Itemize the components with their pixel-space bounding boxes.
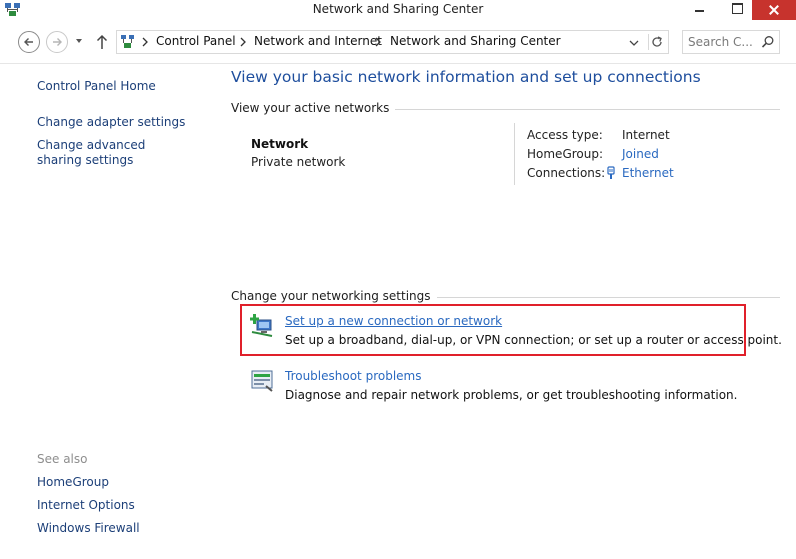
maximize-button[interactable] [724,0,750,20]
new-connection-icon [250,314,273,337]
task-troubleshoot: Troubleshoot problems Diagnose and repai… [250,369,780,413]
ethernet-icon[interactable] [605,166,617,180]
homegroup-label: HomeGroup: [527,147,604,161]
change-adapter-settings-link[interactable]: Change adapter settings [37,115,207,130]
task-new-connection: Set up a new connection or network Set u… [250,314,782,358]
active-networks-heading: View your active networks [231,101,396,115]
arrow-left-icon [24,38,33,46]
network-type: Private network [251,155,346,169]
homegroup-joined-link[interactable]: Joined [622,147,659,161]
breadcrumb-network-and-sharing-center[interactable]: Network and Sharing Center [390,34,561,48]
chevron-down-icon[interactable] [628,37,640,49]
chevron-right-icon[interactable] [374,36,382,48]
access-type-label: Access type: [527,128,603,142]
internet-options-link[interactable]: Internet Options [37,498,207,513]
left-navigation-pane: Control Panel Home Change adapter settin… [0,65,220,559]
navigation-bar: Control Panel Network and Internet Netwo… [0,22,796,64]
search-input[interactable] [688,34,758,50]
set-up-new-connection-link[interactable]: Set up a new connection or network [285,314,502,328]
refresh-icon [652,36,662,47]
back-button[interactable] [18,31,40,53]
chevron-right-icon[interactable] [141,36,149,48]
refresh-button[interactable] [648,34,664,50]
search-box[interactable] [682,30,780,54]
recent-locations-dropdown-icon[interactable] [74,36,84,46]
forward-button[interactable] [46,31,68,53]
arrow-right-icon [53,38,62,46]
networking-settings-divider [410,297,780,298]
control-panel-home-link[interactable]: Control Panel Home [37,79,207,94]
window-title: Network and Sharing Center [312,2,484,16]
troubleshoot-problems-description: Diagnose and repair network problems, or… [285,388,738,402]
minimize-button[interactable] [686,0,712,20]
main-content: View your basic network information and … [220,65,796,559]
breadcrumb-network-and-internet[interactable]: Network and Internet [254,34,382,48]
windows-firewall-link[interactable]: Windows Firewall [37,521,207,536]
breadcrumb-control-panel[interactable]: Control Panel [156,34,236,48]
networking-settings-heading: Change your networking settings [231,289,437,303]
ethernet-connection-link[interactable]: Ethernet [622,166,674,180]
homegroup-link[interactable]: HomeGroup [37,475,207,490]
active-networks-divider [370,109,780,110]
see-also-label: See also [37,452,88,466]
connections-label: Connections: [527,166,606,180]
access-type-value: Internet [622,128,670,142]
control-panel-icon [121,35,134,48]
set-up-new-connection-description: Set up a broadband, dial-up, or VPN conn… [285,333,782,347]
network-name: Network [251,137,309,151]
close-button[interactable] [752,0,796,20]
search-icon[interactable] [761,35,775,49]
title-bar: Network and Sharing Center [0,0,796,22]
network-properties-divider [514,123,515,185]
up-arrow-icon[interactable] [94,32,110,52]
page-title: View your basic network information and … [231,68,701,86]
change-advanced-sharing-settings-link[interactable]: Change advanced sharing settings [37,138,187,168]
address-bar[interactable]: Control Panel Network and Internet Netwo… [116,30,669,54]
troubleshoot-icon [251,370,273,392]
chevron-right-icon[interactable] [239,36,247,48]
troubleshoot-problems-link[interactable]: Troubleshoot problems [285,369,421,383]
